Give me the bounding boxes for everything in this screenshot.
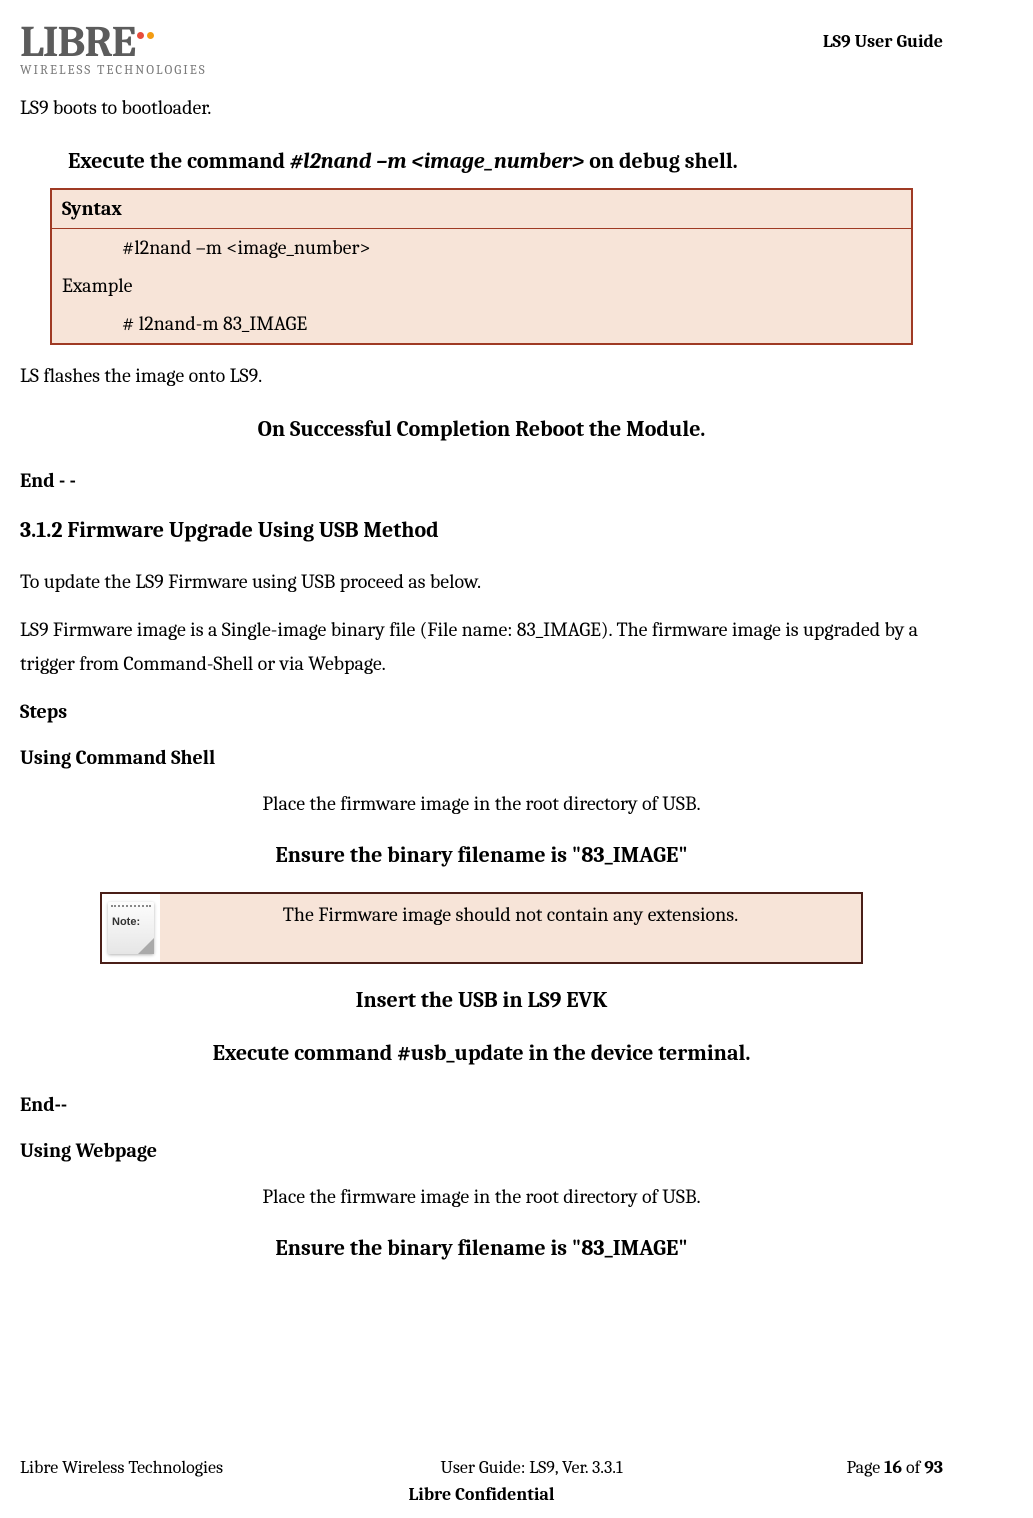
command-instruction: Execute the command #l2nand –m <image_nu… bbox=[68, 145, 943, 178]
syntax-header: Syntax bbox=[52, 190, 911, 229]
flash-text: LS flashes the image onto LS9. bbox=[20, 359, 943, 393]
page-prefix: Page bbox=[846, 1457, 884, 1478]
note-label: Note: bbox=[112, 914, 140, 931]
end-marker-2: End-- bbox=[20, 1090, 943, 1120]
intro-text: LS9 boots to bootloader. bbox=[20, 91, 943, 125]
cmd-shell-label: Using Command Shell bbox=[20, 743, 943, 773]
firmware-description: LS9 Firmware image is a Single-image bin… bbox=[20, 613, 943, 681]
end-marker: End - - bbox=[20, 466, 943, 496]
syntax-command: #l2nand –m <image_number> bbox=[52, 229, 911, 267]
logo-dots-icon bbox=[137, 32, 154, 39]
ensure-filename-2: Ensure the binary filename is "83_IMAGE" bbox=[20, 1232, 943, 1265]
steps-label: Steps bbox=[20, 697, 943, 727]
reboot-instruction: On Successful Completion Reboot the Modu… bbox=[20, 413, 943, 446]
execute-command: Execute command #usb_update in the devic… bbox=[20, 1037, 943, 1070]
footer-company: Libre Wireless Technologies bbox=[20, 1454, 270, 1481]
note-icon: Note: bbox=[102, 894, 160, 962]
logo: LIBRE WIRELESS TECHNOLOGIES bbox=[20, 20, 207, 77]
cmd-text: #l2nand –m <image_number> bbox=[290, 148, 584, 174]
page-header: LIBRE WIRELESS TECHNOLOGIES LS9 User Gui… bbox=[20, 20, 943, 77]
page-number: 16 bbox=[884, 1457, 902, 1478]
footer-page: Page 16 of 93 bbox=[793, 1454, 943, 1481]
place-firmware-text-2: Place the firmware image in the root dir… bbox=[20, 1182, 943, 1212]
page-total: 93 bbox=[924, 1457, 943, 1478]
cmd-prefix: Execute the command bbox=[68, 148, 290, 174]
webpage-label: Using Webpage bbox=[20, 1136, 943, 1166]
section-heading: 3.1.2 Firmware Upgrade Using USB Method bbox=[20, 514, 943, 547]
note-content: The Firmware image should not contain an… bbox=[160, 894, 861, 962]
example-command: # l2nand-m 83_IMAGE bbox=[52, 305, 911, 343]
page-of: of bbox=[902, 1457, 924, 1478]
footer-confidential: Libre Confidential bbox=[20, 1481, 943, 1508]
usb-intro: To update the LS9 Firmware using USB pro… bbox=[20, 565, 943, 599]
syntax-box: Syntax #l2nand –m <image_number> Example… bbox=[50, 188, 913, 345]
insert-usb: Insert the USB in LS9 EVK bbox=[20, 984, 943, 1017]
logo-subtitle: WIRELESS TECHNOLOGIES bbox=[20, 64, 207, 77]
cmd-suffix: on debug shell. bbox=[584, 148, 737, 174]
example-label: Example bbox=[52, 267, 911, 305]
ensure-filename: Ensure the binary filename is "83_IMAGE" bbox=[20, 839, 943, 872]
logo-text: LIBRE bbox=[20, 20, 135, 64]
doc-title: LS9 User Guide bbox=[823, 28, 943, 55]
page-footer: Libre Wireless Technologies User Guide: … bbox=[20, 1454, 943, 1508]
place-firmware-text: Place the firmware image in the root dir… bbox=[20, 789, 943, 819]
footer-guide: User Guide: LS9, Ver. 3.3.1 bbox=[270, 1454, 793, 1481]
note-box: Note: The Firmware image should not cont… bbox=[100, 892, 863, 964]
